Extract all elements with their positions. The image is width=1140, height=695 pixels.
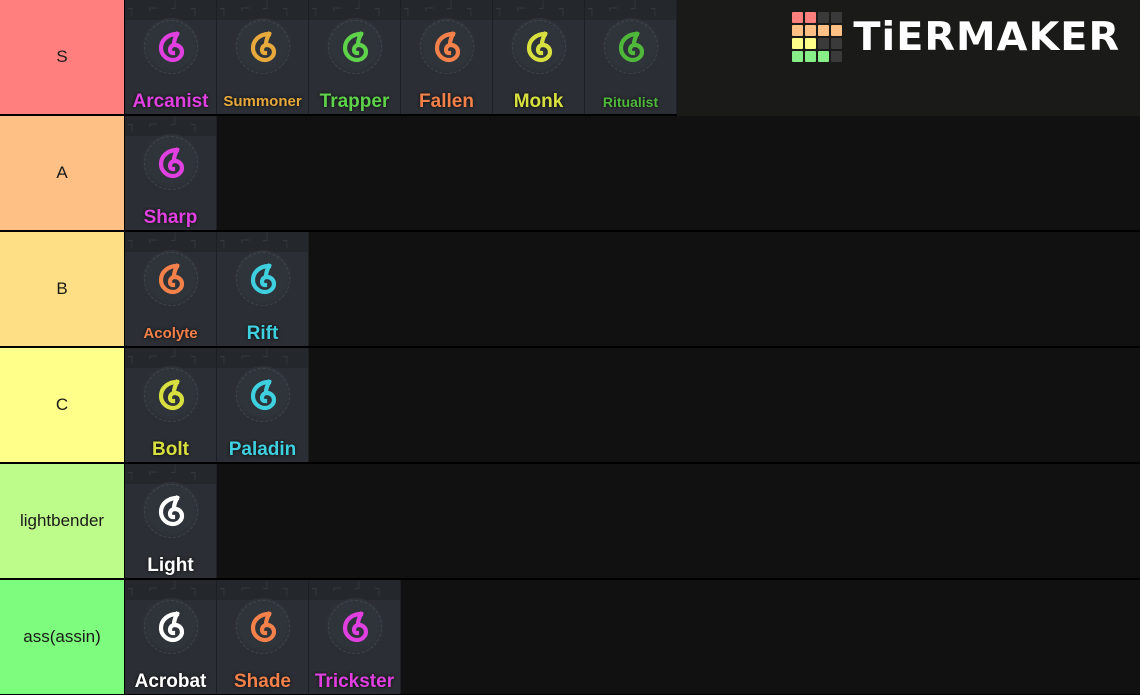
item-name: Trickster [314, 671, 395, 692]
item-name: Trapper [319, 91, 390, 112]
item-icon-wrap [125, 16, 216, 78]
tier-label-ass-assin-[interactable]: ass(assin) [0, 580, 125, 694]
tier-item[interactable]: ┐ ⌐ ┘ ┐ Paladin [217, 348, 309, 462]
item-icon-wrap [125, 248, 216, 310]
tier-label-c[interactable]: C [0, 348, 125, 462]
item-name: Rift [246, 323, 279, 344]
logo-cell-2-2 [818, 38, 830, 49]
spiral-icon [509, 18, 568, 76]
item-name: Paladin [228, 439, 297, 460]
logo-cell-0-1 [805, 12, 817, 23]
item-name: Monk [513, 91, 564, 112]
logo-cell-3-2 [818, 51, 830, 62]
tier-item[interactable]: ┐ ⌐ ┘ ┐ Trickster [309, 580, 401, 694]
tier-item[interactable]: ┐ ⌐ ┘ ┐ Monk [493, 0, 585, 114]
tier-items-container[interactable]: ┐ ⌐ ┘ ┐ Light [125, 464, 1140, 578]
tier-item[interactable]: ┐ ⌐ ┘ ┐ Sharp [125, 116, 217, 230]
tier-label-a[interactable]: A [0, 116, 125, 230]
item-name: Fallen [419, 91, 474, 112]
logo-cell-1-0 [792, 25, 804, 36]
item-name: Summoner [223, 93, 302, 110]
spiral-icon [141, 250, 200, 308]
spiral-icon [601, 18, 660, 76]
tier-items-container[interactable]: ┐ ⌐ ┘ ┐ Sharp [125, 116, 1140, 230]
tier-items-container[interactable]: ┐ ⌐ ┘ ┐ Acrobat ┐ ⌐ ┘ ┐ Shade ┐ ⌐ ┘ ┐ Trickst… [125, 580, 1140, 694]
item-icon-wrap [217, 364, 308, 426]
logo-cell-3-1 [805, 51, 817, 62]
spiral-icon [141, 18, 200, 76]
tier-row: A ┐ ⌐ ┘ ┐ Sharp [0, 116, 1140, 232]
item-name: Shade [233, 671, 292, 692]
tiermaker-logo: TiERMAKER [792, 12, 1121, 62]
logo-cell-3-0 [792, 51, 804, 62]
tier-label-s[interactable]: S [0, 0, 125, 114]
item-name: Sharp [143, 207, 198, 228]
tier-item[interactable]: ┐ ⌐ ┘ ┐ Rift [217, 232, 309, 346]
tier-item[interactable]: ┐ ⌐ ┘ ┐ Summoner [217, 0, 309, 114]
tier-item[interactable]: ┐ ⌐ ┘ ┐ Fallen [401, 0, 493, 114]
spiral-icon [233, 250, 292, 308]
tier-row: lightbender ┐ ⌐ ┘ ┐ Light [0, 464, 1140, 580]
tier-item[interactable]: ┐ ⌐ ┘ ┐ Trapper [309, 0, 401, 114]
item-icon-wrap [493, 16, 584, 78]
logo-cell-2-1 [805, 38, 817, 49]
tier-item[interactable]: ┐ ⌐ ┘ ┐ Light [125, 464, 217, 578]
spiral-icon [325, 598, 384, 656]
tier-label-b[interactable]: B [0, 232, 125, 346]
spiral-icon [141, 366, 200, 424]
logo-wordmark: TiERMAKER [853, 14, 1121, 60]
logo-grid-icon [792, 12, 843, 62]
spiral-icon [417, 18, 476, 76]
item-name: Arcanist [132, 91, 209, 112]
item-icon-wrap [309, 596, 400, 658]
tier-item[interactable]: ┐ ⌐ ┘ ┐ Shade [217, 580, 309, 694]
item-icon-wrap [125, 364, 216, 426]
item-name: Acrobat [134, 671, 207, 692]
logo-cell-2-0 [792, 38, 804, 49]
item-icon-wrap [125, 132, 216, 194]
item-icon-wrap [585, 16, 676, 78]
header-bar: TiERMAKER [677, 0, 1140, 116]
item-icon-wrap [125, 480, 216, 542]
logo-cell-2-3 [831, 38, 843, 49]
tier-label-lightbender[interactable]: lightbender [0, 464, 125, 578]
tier-list-board: TiERMAKER S ┐ ⌐ ┘ ┐ Arcanist ┐ ⌐ ┘ ┐ Summone… [0, 0, 1140, 695]
spiral-icon [141, 134, 200, 192]
spiral-icon [233, 598, 292, 656]
spiral-icon [141, 598, 200, 656]
tier-item[interactable]: ┐ ⌐ ┘ ┐ Ritualist [585, 0, 677, 114]
tier-items-container[interactable]: ┐ ⌐ ┘ ┐ Acolyte ┐ ⌐ ┘ ┐ Rift [125, 232, 1140, 346]
tier-row: B ┐ ⌐ ┘ ┐ Acolyte ┐ ⌐ ┘ ┐ Rift [0, 232, 1140, 348]
spiral-icon [325, 18, 384, 76]
tier-item[interactable]: ┐ ⌐ ┘ ┐ Bolt [125, 348, 217, 462]
logo-cell-0-3 [831, 12, 843, 23]
tier-item[interactable]: ┐ ⌐ ┘ ┐ Acolyte [125, 232, 217, 346]
tier-row: C ┐ ⌐ ┘ ┐ Bolt ┐ ⌐ ┘ ┐ Paladin [0, 348, 1140, 464]
item-name: Bolt [152, 439, 189, 460]
spiral-icon [141, 482, 200, 540]
item-name: Ritualist [602, 94, 659, 110]
item-icon-wrap [401, 16, 492, 78]
tier-item[interactable]: ┐ ⌐ ┘ ┐ Acrobat [125, 580, 217, 694]
logo-cell-1-1 [805, 25, 817, 36]
tier-item[interactable]: ┐ ⌐ ┘ ┐ Arcanist [125, 0, 217, 114]
item-icon-wrap [217, 596, 308, 658]
logo-cell-0-0 [792, 12, 804, 23]
item-name: Light [147, 555, 194, 576]
spiral-icon [233, 18, 292, 76]
item-icon-wrap [217, 248, 308, 310]
logo-cell-1-2 [818, 25, 830, 36]
logo-cell-1-3 [831, 25, 843, 36]
spiral-icon [233, 366, 292, 424]
tier-items-container[interactable]: ┐ ⌐ ┘ ┐ Bolt ┐ ⌐ ┘ ┐ Paladin [125, 348, 1140, 462]
item-name: Acolyte [143, 325, 198, 342]
logo-cell-3-3 [831, 51, 843, 62]
logo-cell-0-2 [818, 12, 830, 23]
item-icon-wrap [309, 16, 400, 78]
item-icon-wrap [125, 596, 216, 658]
tier-row: ass(assin) ┐ ⌐ ┘ ┐ Acrobat ┐ ⌐ ┘ ┐ Shade ┐ ⌐ … [0, 580, 1140, 695]
item-icon-wrap [217, 16, 308, 78]
